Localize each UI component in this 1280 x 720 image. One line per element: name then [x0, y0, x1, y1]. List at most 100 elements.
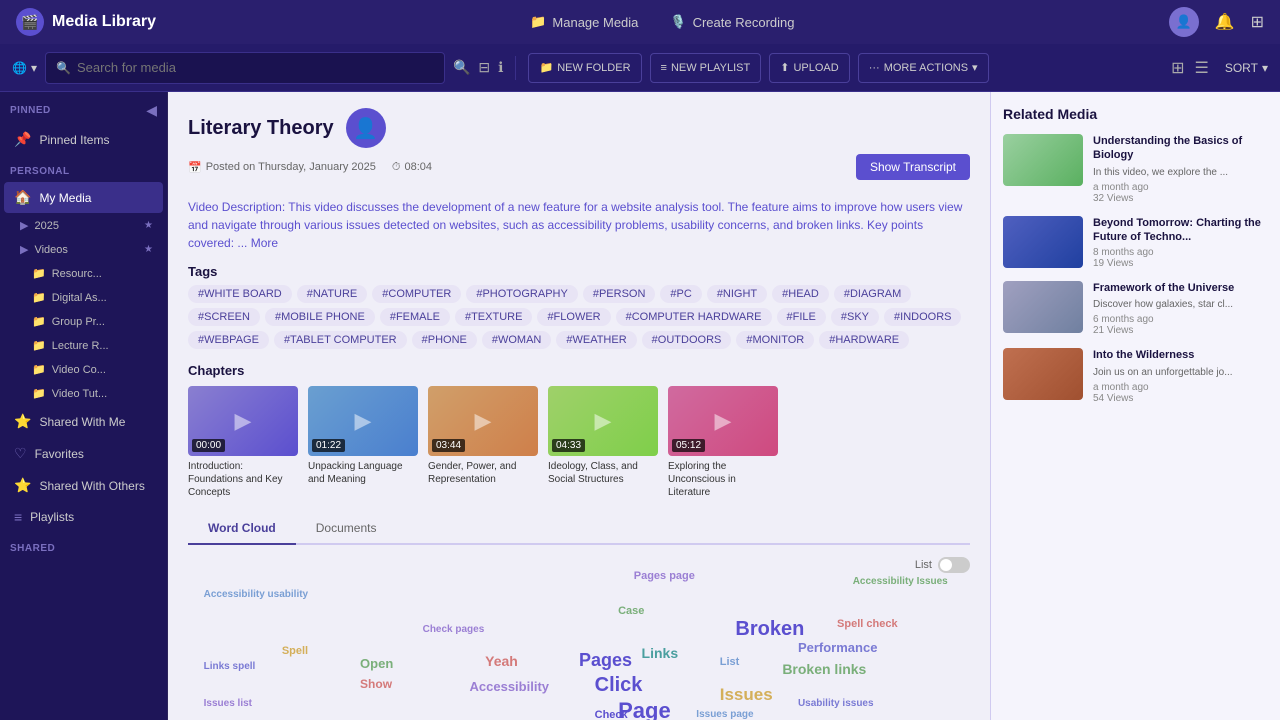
apps-grid-icon[interactable]: ⊞: [1251, 12, 1264, 32]
tab-documents[interactable]: Documents: [296, 513, 397, 545]
tag-item[interactable]: #INDOORS: [884, 308, 961, 326]
tag-item[interactable]: #PHOTOGRAPHY: [466, 285, 578, 303]
word-cloud-word[interactable]: Check pages: [423, 624, 485, 635]
search-input[interactable]: [77, 60, 434, 75]
sidebar-item-2025[interactable]: ▶ 2025 ★: [4, 214, 163, 237]
new-playlist-btn[interactable]: ≡ NEW PLAYLIST: [650, 53, 762, 83]
word-cloud-word[interactable]: Open: [360, 656, 393, 671]
sidebar-folder-item[interactable]: 📁Video Co...: [4, 358, 163, 381]
chapter-item[interactable]: ▶ 01:22 Unpacking Language and Meaning: [308, 386, 418, 499]
filter-icon[interactable]: ⊟: [478, 59, 490, 76]
tag-item[interactable]: #MOBILE PHONE: [265, 308, 375, 326]
tag-item[interactable]: #PC: [660, 285, 701, 303]
new-folder-btn[interactable]: 📁 NEW FOLDER: [528, 53, 641, 83]
word-cloud-word[interactable]: Usability issues: [798, 698, 874, 709]
word-cloud-word[interactable]: Spell check: [837, 618, 898, 630]
word-cloud-word[interactable]: Issues page: [696, 709, 753, 720]
sidebar-folder-item[interactable]: 📁Lecture R...: [4, 334, 163, 357]
word-cloud-word[interactable]: Broken: [735, 618, 804, 641]
tag-item[interactable]: #OUTDOORS: [642, 331, 732, 349]
upload-btn[interactable]: ⬆ UPLOAD: [769, 53, 849, 83]
word-cloud-word[interactable]: List: [720, 656, 740, 668]
tab-word-cloud[interactable]: Word Cloud: [188, 513, 296, 545]
grid-view-btn[interactable]: ⊞: [1167, 56, 1188, 80]
sidebar-item-my-media[interactable]: 🏠 My Media: [4, 182, 163, 213]
user-avatar[interactable]: 👤: [1169, 7, 1199, 37]
chapter-item[interactable]: ▶ 05:12 Exploring the Unconscious in Lit…: [668, 386, 778, 499]
tag-item[interactable]: #WEBPAGE: [188, 331, 269, 349]
word-cloud-word[interactable]: Issues: [720, 685, 773, 705]
tag-item[interactable]: #PHONE: [412, 331, 477, 349]
word-cloud-word[interactable]: Links: [642, 645, 679, 661]
more-link[interactable]: More: [251, 236, 278, 250]
sidebar-item-videos[interactable]: ▶ Videos ★: [4, 238, 163, 261]
tag-item[interactable]: #COMPUTER: [372, 285, 461, 303]
sidebar-item-shared-with-me[interactable]: ⭐ Shared With Me: [4, 406, 163, 437]
tag-item[interactable]: #NIGHT: [707, 285, 767, 303]
show-transcript-btn[interactable]: Show Transcript: [856, 154, 970, 180]
sidebar: Pinned ◀ 📌 Pinned Items PERSONAL 🏠 My Me…: [0, 92, 168, 720]
tag-item[interactable]: #TABLET COMPUTER: [274, 331, 407, 349]
sidebar-folder-item[interactable]: 📁Digital As...: [4, 286, 163, 309]
chapter-thumbnail: ▶ 01:22: [308, 386, 418, 456]
word-cloud-word[interactable]: Pages page: [634, 570, 695, 582]
tag-item[interactable]: #MONITOR: [736, 331, 814, 349]
chapter-item[interactable]: ▶ 00:00 Introduction: Foundations and Ke…: [188, 386, 298, 499]
word-cloud-word[interactable]: Spell: [282, 645, 308, 657]
sidebar-collapse-btn[interactable]: ◀: [146, 102, 157, 119]
tag-item[interactable]: #NATURE: [297, 285, 368, 303]
word-cloud-word[interactable]: Click: [595, 674, 643, 697]
word-cloud-word[interactable]: Pages: [579, 650, 632, 671]
search-icon-btn[interactable]: 🔍: [453, 59, 470, 76]
sidebar-item-shared-with-others[interactable]: ⭐ Shared With Others: [4, 470, 163, 501]
sidebar-folder-item[interactable]: 📁Video Tut...: [4, 382, 163, 405]
tag-item[interactable]: #DIAGRAM: [834, 285, 911, 303]
tag-item[interactable]: #HARDWARE: [819, 331, 909, 349]
word-cloud-word[interactable]: Broken links: [782, 661, 866, 677]
app-logo[interactable]: 🎬 Media Library: [16, 8, 156, 36]
tag-item[interactable]: #WEATHER: [556, 331, 636, 349]
globe-button[interactable]: 🌐 ▾: [12, 61, 37, 75]
related-item[interactable]: Understanding the Basics of Biology In t…: [1003, 134, 1268, 204]
chapter-item[interactable]: ▶ 03:44 Gender, Power, and Representatio…: [428, 386, 538, 499]
word-cloud-word[interactable]: Issues list: [204, 698, 252, 709]
sidebar-item-pinned-items[interactable]: 📌 Pinned Items: [4, 124, 163, 155]
word-cloud-word[interactable]: Accessibility: [470, 679, 550, 694]
tag-item[interactable]: #TEXTURE: [455, 308, 532, 326]
tag-item[interactable]: #WHITE BOARD: [188, 285, 292, 303]
star-icon-2: ★: [144, 244, 153, 255]
related-info: Framework of the Universe Discover how g…: [1093, 281, 1268, 336]
word-cloud-word[interactable]: Show: [360, 677, 392, 691]
tag-item[interactable]: #WOMAN: [482, 331, 552, 349]
word-cloud-word[interactable]: Performance: [798, 640, 877, 655]
tag-item[interactable]: #SKY: [831, 308, 879, 326]
tag-item[interactable]: #COMPUTER HARDWARE: [616, 308, 772, 326]
word-cloud-word[interactable]: Links spell: [204, 661, 256, 672]
tag-item[interactable]: #SCREEN: [188, 308, 260, 326]
word-cloud-word[interactable]: Yeah: [485, 653, 518, 669]
manage-media-btn[interactable]: 📁 Manage Media: [530, 14, 638, 30]
sidebar-folder-item[interactable]: 📁Group Pr...: [4, 310, 163, 333]
tag-item[interactable]: #FILE: [777, 308, 826, 326]
more-actions-btn[interactable]: ··· MORE ACTIONS ▾: [858, 53, 989, 83]
list-view-btn[interactable]: ☰: [1191, 56, 1213, 80]
sidebar-folder-item[interactable]: 📁Resourc...: [4, 262, 163, 285]
tag-item[interactable]: #FLOWER: [537, 308, 610, 326]
tag-item[interactable]: #FEMALE: [380, 308, 450, 326]
create-recording-btn[interactable]: 🎙️ Create Recording: [670, 14, 794, 30]
info-icon[interactable]: ℹ: [498, 59, 503, 76]
word-cloud-word[interactable]: Accessibility usability: [204, 589, 309, 600]
related-item[interactable]: Into the Wilderness Join us on an unforg…: [1003, 348, 1268, 403]
related-item[interactable]: Beyond Tomorrow: Charting the Future of …: [1003, 216, 1268, 270]
related-item[interactable]: Framework of the Universe Discover how g…: [1003, 281, 1268, 336]
chapter-item[interactable]: ▶ 04:33 Ideology, Class, and Social Stru…: [548, 386, 658, 499]
word-cloud-word[interactable]: Check: [595, 709, 628, 720]
tag-item[interactable]: #PERSON: [583, 285, 656, 303]
sidebar-item-favorites[interactable]: ♡ Favorites: [4, 438, 163, 469]
tag-item[interactable]: #HEAD: [772, 285, 829, 303]
word-cloud-word[interactable]: Case: [618, 605, 644, 617]
sort-btn[interactable]: SORT ▾: [1225, 61, 1268, 75]
word-cloud-word[interactable]: Accessibility Issues: [853, 576, 948, 587]
sidebar-item-playlists[interactable]: ≡ Playlists: [4, 502, 163, 532]
notifications-icon[interactable]: 🔔: [1215, 12, 1235, 32]
